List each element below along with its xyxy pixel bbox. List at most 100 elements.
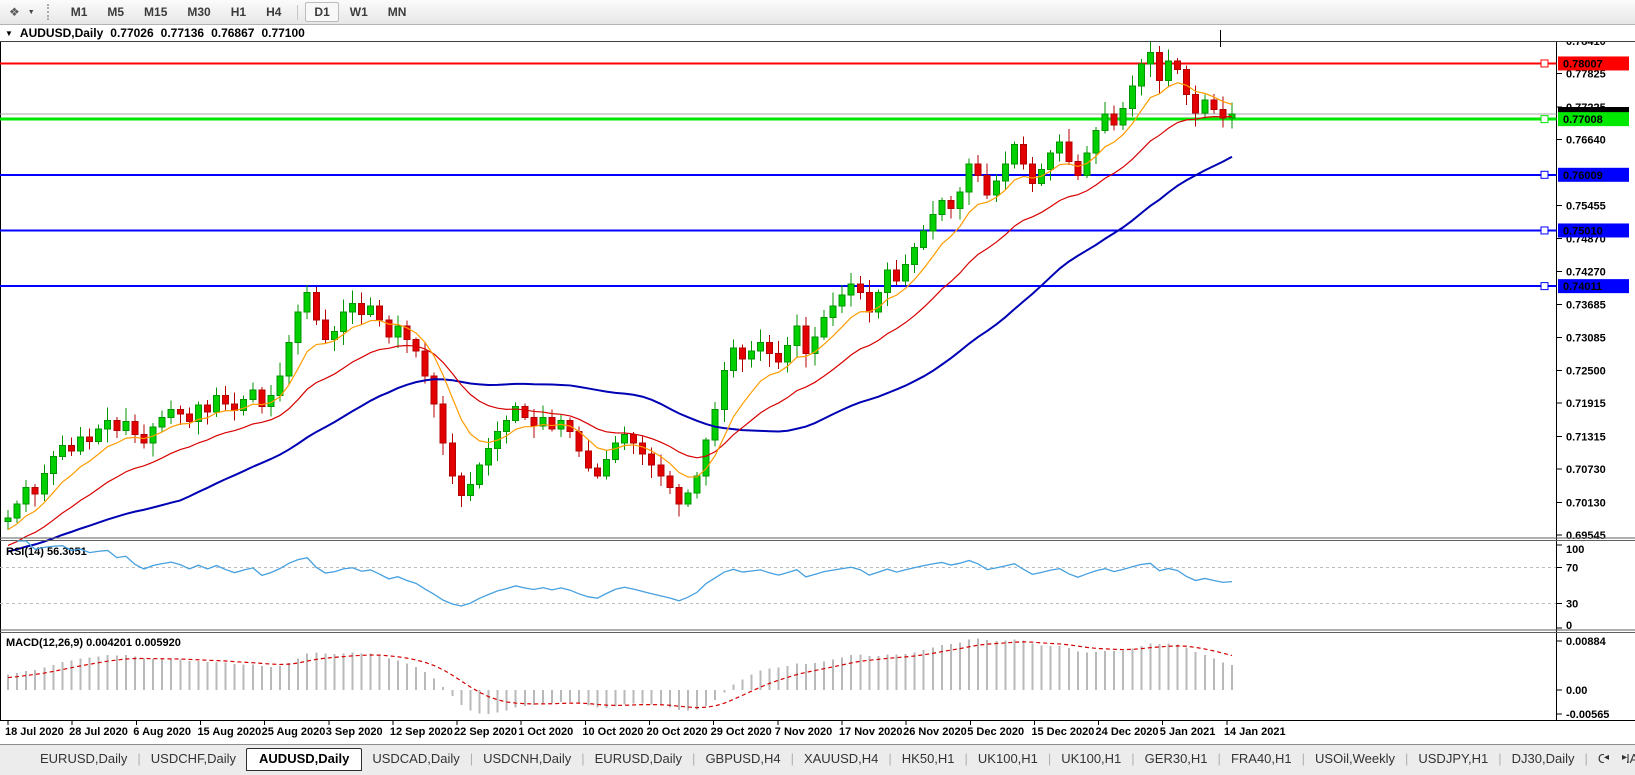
rsi-panel: 100 70 30 0 RSI(14) 56.3051 [0, 538, 1635, 633]
svg-text:0.70730: 0.70730 [1566, 464, 1606, 476]
svg-text:28 Jul 2020: 28 Jul 2020 [69, 726, 128, 738]
chart-tab-gbpusd-h4[interactable]: GBPUSD,H4 [695, 748, 790, 769]
rsi-line [17, 541, 1232, 606]
svg-text:0.00: 0.00 [1566, 685, 1587, 697]
chart-tool-icon[interactable]: ❖ [6, 6, 23, 18]
timeframe-button-m15[interactable]: M15 [135, 2, 176, 22]
svg-text:RSI(14) 56.3051: RSI(14) 56.3051 [6, 546, 87, 558]
chart-tab-uk100-h1[interactable]: UK100,H1 [968, 748, 1048, 769]
chart-symbol-label: AUDUSD,Daily [20, 26, 103, 40]
tab-scroll-left-icon[interactable]: ◂ [1604, 753, 1609, 763]
svg-text:24 Dec 2020: 24 Dec 2020 [1096, 726, 1159, 738]
chart-tab-uk100-h1[interactable]: UK100,H1 [1051, 748, 1131, 769]
macd-signal-line [8, 642, 1232, 708]
chart-tab-eurusd-daily[interactable]: EURUSD,Daily [30, 748, 137, 769]
chart-tab-usdcad-daily[interactable]: USDCAD,Daily [362, 748, 469, 769]
ma-fast-line [8, 83, 1232, 530]
timeframe-button-h4[interactable]: H4 [257, 2, 290, 22]
timeframe-button-h1[interactable]: H1 [222, 2, 255, 22]
svg-text:0.71915: 0.71915 [1566, 398, 1606, 410]
ma-slow-line [8, 157, 1232, 552]
svg-text:0.76640: 0.76640 [1566, 135, 1606, 147]
svg-text:0.78007: 0.78007 [1563, 58, 1603, 70]
chart-tab-usdchf-daily[interactable]: USDCHF,Daily [141, 748, 246, 769]
svg-text:30: 30 [1566, 598, 1578, 610]
ma-mid-line [8, 116, 1232, 545]
svg-text:5 Dec 2020: 5 Dec 2020 [967, 726, 1024, 738]
chart-tab-audusd-daily[interactable]: AUDUSD,Daily [246, 748, 362, 771]
macd-panel: 0.00884 0.00 -0.00565 MACD(12,26,9) 0.00420… [6, 636, 1609, 721]
chart-tab-hk50-h1[interactable]: HK50,H1 [892, 748, 965, 769]
timeframe-button-mn[interactable]: MN [379, 2, 416, 22]
chart-tab-usdjpy-h1[interactable]: USDJPY,H1 [1408, 748, 1498, 769]
svg-text:26 Nov 2020: 26 Nov 2020 [903, 726, 967, 738]
chart-tab-xauusd-h4[interactable]: XAUUSD,H4 [794, 748, 888, 769]
ohlc-close: 0.77100 [261, 26, 304, 40]
time-axis: 18 Jul 2020 28 Jul 2020 6 Aug 2020 15 Aug 2… [5, 720, 1286, 738]
svg-text:0.74011: 0.74011 [1563, 281, 1602, 293]
svg-text:-0.00565: -0.00565 [1566, 709, 1609, 721]
dropdown-arrow-icon[interactable]: ▼ [23, 9, 40, 16]
svg-text:0: 0 [1566, 620, 1572, 632]
svg-text:15 Dec 2020: 15 Dec 2020 [1031, 726, 1094, 738]
timeframe-button-m30[interactable]: M30 [178, 2, 219, 22]
timeframe-button-w1[interactable]: W1 [341, 2, 377, 22]
chart-tab-ger30-h1[interactable]: GER30,H1 [1135, 748, 1218, 769]
svg-text:0.78410: 0.78410 [1566, 42, 1606, 48]
svg-text:1 Oct 2020: 1 Oct 2020 [518, 726, 573, 738]
svg-text:MACD(12,26,9) 0.004201 0.00592: MACD(12,26,9) 0.004201 0.005920 [6, 637, 181, 649]
chart-tab-usoil-weekly[interactable]: USOil,Weekly [1305, 748, 1405, 769]
svg-text:6 Aug 2020: 6 Aug 2020 [133, 726, 191, 738]
svg-text:3 Sep 2020: 3 Sep 2020 [326, 726, 383, 738]
ohlc-low: 0.76867 [211, 26, 254, 40]
svg-text:0.73085: 0.73085 [1566, 333, 1606, 345]
svg-text:12 Sep 2020: 12 Sep 2020 [390, 726, 453, 738]
svg-text:100: 100 [1566, 544, 1584, 556]
svg-text:0.75010: 0.75010 [1563, 225, 1603, 237]
collapse-triangle-icon[interactable]: ▼ [5, 29, 13, 38]
svg-text:0.73685: 0.73685 [1566, 299, 1606, 311]
ohlc-high: 0.77136 [161, 26, 204, 40]
price-labels: 0.771000.780070.760090.750100.740110.770… [1558, 56, 1629, 293]
svg-text:5 Jan 2021: 5 Jan 2021 [1160, 726, 1216, 738]
timeframe-button-d1[interactable]: D1 [305, 2, 338, 22]
toolbar-grip[interactable] [47, 4, 51, 20]
chart-tab-eurusd-daily[interactable]: EURUSD,Daily [585, 748, 692, 769]
svg-text:70: 70 [1566, 563, 1578, 575]
svg-text:0.71315: 0.71315 [1566, 431, 1606, 443]
svg-text:10 Oct 2020: 10 Oct 2020 [582, 726, 643, 738]
timeframe-button-m1[interactable]: M1 [62, 2, 97, 22]
svg-text:0.75455: 0.75455 [1566, 201, 1606, 213]
toolbar-separator [297, 5, 298, 20]
svg-text:0.00884: 0.00884 [1566, 636, 1607, 648]
svg-text:14 Jan 2021: 14 Jan 2021 [1224, 726, 1286, 738]
svg-text:0.74270: 0.74270 [1566, 267, 1606, 279]
svg-text:7 Nov 2020: 7 Nov 2020 [775, 726, 832, 738]
timeframe-button-m5[interactable]: M5 [98, 2, 133, 22]
svg-text:17 Nov 2020: 17 Nov 2020 [839, 726, 903, 738]
svg-text:0.72500: 0.72500 [1566, 365, 1606, 377]
svg-text:25 Aug 2020: 25 Aug 2020 [262, 726, 326, 738]
chart-info-bar: ▼ AUDUSD,Daily 0.77026 0.77136 0.76867 0… [0, 25, 1635, 42]
svg-text:15 Aug 2020: 15 Aug 2020 [197, 726, 261, 738]
chart-tab-bar: EURUSD,Daily|USDCHF,DailyAUDUSD,DailyUSD… [0, 744, 1635, 775]
tab-scroll-arrows: ◂ ▸ [1604, 753, 1627, 763]
chart-tabs: EURUSD,Daily|USDCHF,DailyAUDUSD,DailyUSD… [30, 748, 1635, 771]
horizontal-lines[interactable] [0, 60, 1557, 290]
ohlc-open: 0.77026 [110, 26, 153, 40]
timeframe-button-group: M1M5M15M30H1H4 D1W1MN [61, 2, 417, 22]
top-toolbar: ❖ ▼ M1M5M15M30H1H4 D1W1MN [0, 0, 1635, 25]
vertical-line-object[interactable] [1220, 30, 1221, 42]
svg-text:18 Jul 2020: 18 Jul 2020 [5, 726, 64, 738]
chart-tab-dj30-daily[interactable]: DJ30,Daily [1502, 748, 1585, 769]
tab-scroll-right-icon[interactable]: ▸ [1622, 753, 1627, 763]
chart-tab-fra40-h1[interactable]: FRA40,H1 [1221, 748, 1302, 769]
svg-text:0.76009: 0.76009 [1563, 170, 1603, 182]
svg-text:20 Oct 2020: 20 Oct 2020 [647, 726, 708, 738]
svg-text:0.70130: 0.70130 [1566, 497, 1606, 509]
chart-canvas[interactable]: 0.784100.778250.772250.766400.754550.748… [0, 42, 1635, 744]
svg-text:29 Oct 2020: 29 Oct 2020 [711, 726, 772, 738]
svg-text:22 Sep 2020: 22 Sep 2020 [454, 726, 517, 738]
chart-tab-usdcnh-daily[interactable]: USDCNH,Daily [473, 748, 581, 769]
svg-text:0.77008: 0.77008 [1563, 114, 1603, 126]
